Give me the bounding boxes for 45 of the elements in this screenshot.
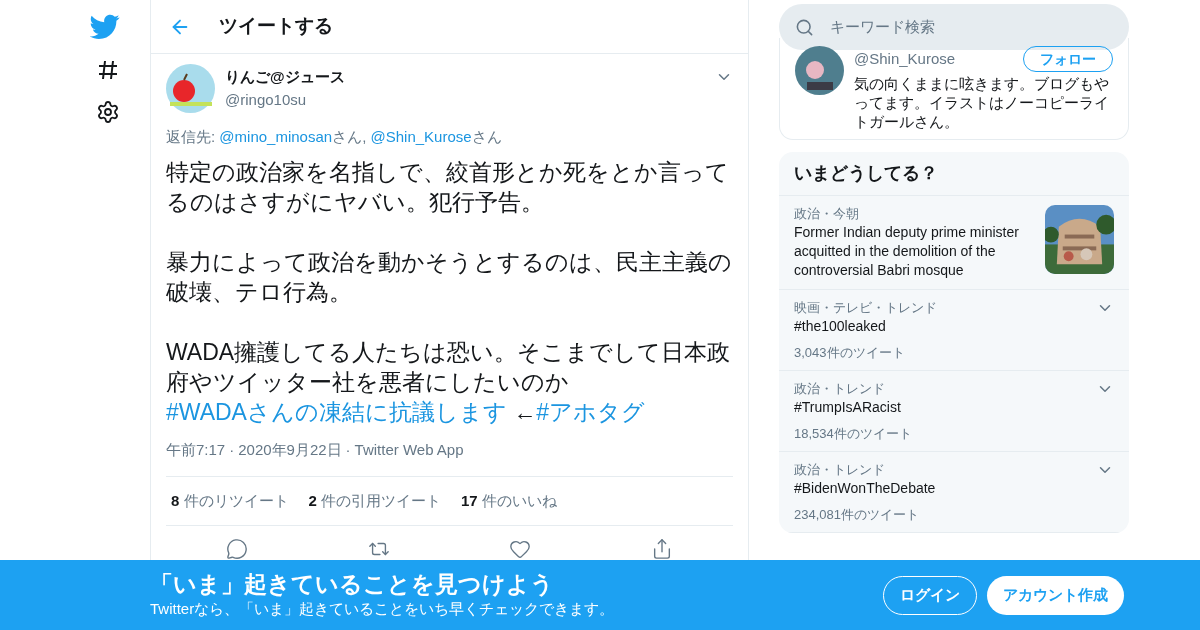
trend-title: #TrumpIsARacist xyxy=(794,398,902,417)
stat-link[interactable]: 2 件の引用ツイート xyxy=(308,489,442,513)
search-field[interactable]: キーワード検索 xyxy=(779,4,1129,50)
trend-item[interactable]: 政治・トレンド #TrumpIsARacist 18,534件のツイート xyxy=(779,371,1129,452)
trend-title: #BidenWonTheDebate xyxy=(794,479,937,498)
separator-dot: · xyxy=(345,439,351,460)
tweet-meta: Twitter Web App xyxy=(354,439,464,460)
trend-category: 政治・今朝 xyxy=(794,205,860,222)
tweet-meta: 午前7:17 xyxy=(166,439,226,460)
trend-category: 政治・トレンド xyxy=(794,380,886,397)
separator-dot: · xyxy=(229,439,235,460)
trend-category: 映画・テレビ・トレンド xyxy=(794,299,938,316)
trend-title: Former Indian deputy prime minister acquitted in the demolition of the controversial Babri mosque xyxy=(794,223,1020,280)
user-handle: @ringo10su xyxy=(225,89,308,110)
trend-category: 政治・トレンド xyxy=(794,461,886,478)
user-handle: @Shin_Kurose xyxy=(854,50,956,68)
banner-subtitle: Twitterなら、「いま」起きていることをいち早くチェックできます。 xyxy=(150,598,616,619)
trend-item[interactable]: 映画・テレビ・トレンド #the100leaked 3,043件のツイート xyxy=(779,290,1129,371)
tweet-text: WADA擁護してる人たちは恐い。そこまでして日本政府やツイッター社を悪者にしたいのか #WADAさんの凍結に抗議します ←#アホタグ xyxy=(166,337,732,427)
tweet-text: 特定の政治家を名指しで、絞首形とか死をとか言ってるのはさすがにヤバい。犯行予告。 xyxy=(166,157,730,217)
like-icon[interactable] xyxy=(509,538,532,560)
profile-bio: 気の向くままに呟きます。ブログもやってます。イラストはノーコピーライトガールさん。 xyxy=(854,74,1110,131)
search-input[interactable]: キーワード検索 xyxy=(830,15,1113,39)
tweet-meta: 2020年9月22日 xyxy=(238,439,342,460)
user-name[interactable]: りんご@ジュース xyxy=(225,66,705,89)
tweet-count: 234,081件のツイート xyxy=(794,506,920,523)
bird-logo-icon[interactable] xyxy=(90,14,120,40)
search-icon xyxy=(795,17,814,37)
tweet-count: 3,043件のツイート xyxy=(794,344,906,361)
tweet-text: 暴力によって政治を動かそうとするのは、民主主義の破壊、テロ行為。 xyxy=(166,247,733,307)
stat-link[interactable]: 17 件のいいね xyxy=(461,489,557,513)
avatar xyxy=(166,64,215,113)
avatar xyxy=(795,46,844,95)
trend-item[interactable]: 政治・今朝 Former Indian deputy prime minister acquitted in the demolition of the controversial Babri mosque xyxy=(779,196,1129,290)
trend-item[interactable]: 政治・トレンド #BidenWonTheDebate 234,081件のツイート xyxy=(779,452,1129,533)
hashtag-icon[interactable] xyxy=(96,58,120,82)
tweet-count: 18,534件のツイート xyxy=(794,425,913,442)
stat-link[interactable]: 8 件のリツイート xyxy=(171,489,289,513)
trends-title: いまどうしてる？ xyxy=(779,152,1129,196)
trend-title: #the100leaked xyxy=(794,317,887,336)
banner-title: 「いま」起きていることを見つけよう xyxy=(150,569,555,598)
reply-icon[interactable] xyxy=(225,538,248,560)
page-title: ツイートする xyxy=(219,14,333,39)
reply-to-text: 返信先: @mino_minosanさん, @Shin_Kuroseさん xyxy=(166,127,503,147)
settings-icon[interactable] xyxy=(96,100,120,124)
